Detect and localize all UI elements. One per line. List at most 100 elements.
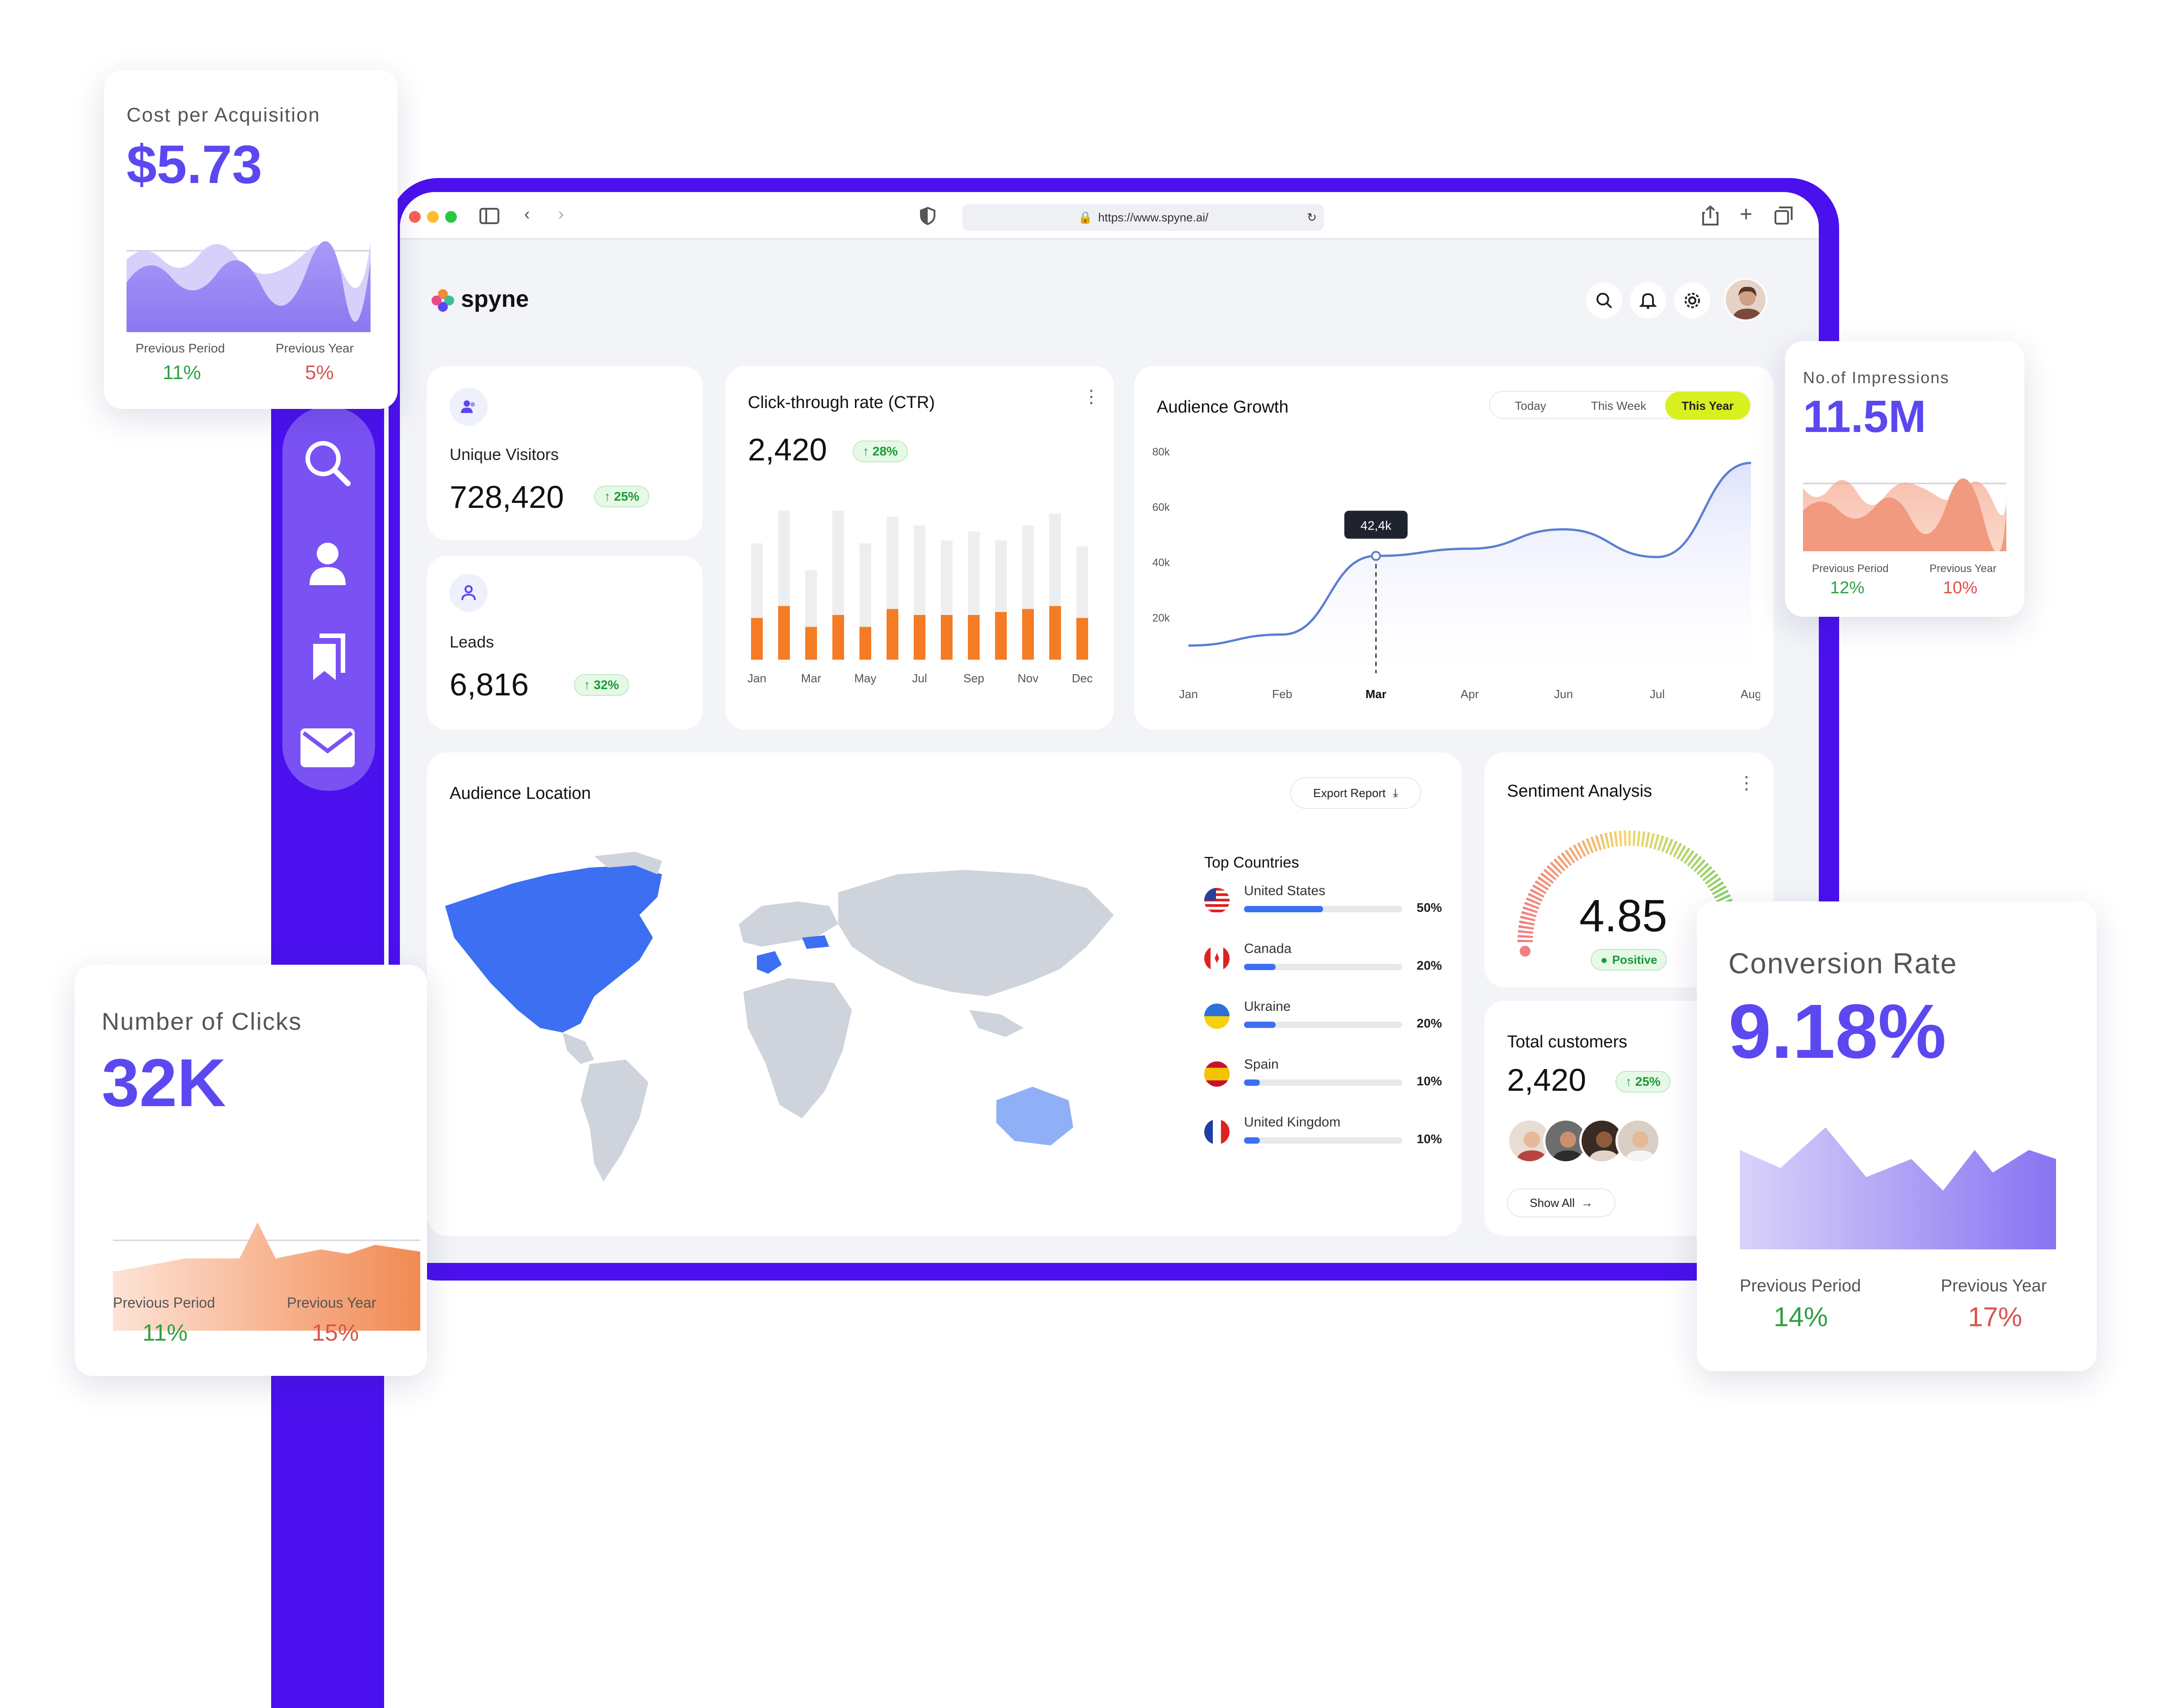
impressions-sparkline (1803, 478, 2006, 551)
shield-icon[interactable] (920, 206, 936, 229)
conversion-prev-year-label: Previous Year (1941, 1276, 2047, 1295)
ukraine-flag-icon (1204, 1004, 1230, 1029)
country-row-united-states: United States 50% (1204, 883, 1475, 933)
conversion-area-chart (1740, 1127, 2056, 1249)
tabs-overview-icon[interactable] (1774, 206, 1793, 229)
export-report-button[interactable]: Export Report ⤓ (1290, 777, 1421, 809)
ctr-x-tick-label: Mar (801, 671, 822, 685)
leads-value: 6,816 (450, 667, 529, 702)
impressions-title: No.of Impressions (1803, 368, 1950, 387)
show-all-button[interactable]: Show All → (1507, 1188, 1615, 1217)
ctr-bar (914, 615, 925, 660)
country-share-fill (1244, 1137, 1260, 1144)
clicks-prev-period-value: 11% (142, 1320, 188, 1346)
sentiment-title: Sentiment Analysis (1507, 782, 1653, 801)
audience-growth-chart: 80k 60k 40k 20k 42,4k Jan Feb Mar Apr Jun Jul Aug (1152, 446, 1760, 701)
audience-growth-title: Audience Growth (1157, 398, 1289, 417)
audience-location-card: Audience Location Export Report ⤓ Top Co… (427, 752, 1462, 1236)
tab-this-year[interactable]: This Year (1665, 392, 1750, 420)
lock-icon: 🔒 (1078, 210, 1093, 224)
forward-icon[interactable]: › (558, 206, 564, 223)
country-share-bar (1244, 964, 1402, 970)
share-icon[interactable] (1701, 205, 1719, 230)
ctr-x-tick-label: Dec (1072, 671, 1093, 685)
header-search-icon[interactable] (1586, 282, 1622, 319)
sidebar-toggle-icon[interactable] (479, 207, 500, 228)
total-customers-title: Total customers (1507, 1032, 1628, 1051)
tab-this-week[interactable]: This Week (1573, 392, 1664, 420)
country-percent: 10% (1417, 1074, 1442, 1088)
country-name: Ukraine (1244, 999, 1291, 1014)
country-share-bar (1244, 906, 1402, 912)
close-window-button[interactable] (409, 211, 421, 223)
x-tick-label: Jun (1554, 687, 1573, 701)
total-customers-value: 2,420 (1507, 1062, 1587, 1098)
maximize-window-button[interactable] (445, 211, 457, 223)
highlight-tooltip: 42,4k (1344, 511, 1408, 539)
country-row-ukraine: Ukraine 20% (1204, 999, 1475, 1049)
bookmarks-icon[interactable] (298, 628, 357, 687)
y-tick-label: 20k (1152, 612, 1170, 624)
unique-visitors-value: 728,420 (450, 479, 564, 515)
cpa-prev-period-value: 11% (163, 361, 201, 384)
world-map (445, 852, 1114, 1182)
x-tick-label: Jul (1650, 687, 1665, 701)
top-countries-title: Top Countries (1204, 854, 1299, 871)
ctr-x-tick-label: Jul (912, 671, 927, 685)
avatar[interactable] (1724, 278, 1767, 321)
ctr-x-tick-label: May (854, 671, 876, 685)
highlight-point[interactable] (1371, 551, 1381, 561)
impressions-prev-period-label: Previous Period (1812, 563, 1889, 575)
impressions-prev-period-value: 12% (1830, 578, 1865, 597)
ctr-bar (887, 609, 898, 660)
gear-icon[interactable] (1674, 282, 1710, 319)
ctr-bar (1076, 618, 1088, 660)
clicks-title: Number of Clicks (102, 1008, 302, 1035)
url-bar[interactable]: 🔒 https://www.spyne.ai/ ↻ (962, 204, 1324, 231)
sentiment-status: Positive (1612, 953, 1657, 967)
australia-region (996, 1087, 1073, 1145)
ctr-value: 2,420 (748, 432, 827, 467)
back-icon[interactable]: ‹ (524, 206, 530, 223)
ctr-card: Click-through rate (CTR) ⋮ 2,420 ↑ 28% J… (725, 366, 1114, 730)
cpa-prev-year-label: Previous Year (276, 341, 354, 355)
united-states-flag-icon (1204, 888, 1230, 913)
search-icon[interactable] (298, 434, 357, 493)
audience-location-title: Audience Location (450, 784, 591, 803)
ctr-x-tick-label: Jan (747, 671, 766, 685)
top-countries-list: United States 50% Canada 20% Ukraine 20%… (1204, 883, 1475, 1177)
mail-icon[interactable] (298, 718, 357, 777)
url-text: https://www.spyne.ai/ (1098, 210, 1209, 224)
conversion-value: 9.18% (1728, 989, 1947, 1075)
clicks-prev-year-label: Previous Year (287, 1295, 376, 1311)
reload-icon[interactable]: ↻ (1307, 211, 1317, 225)
north-america-region (445, 865, 662, 1032)
cpa-title: Cost per Acquisition (127, 104, 320, 126)
customer-avatar[interactable] (1615, 1118, 1661, 1164)
country-share-fill (1244, 1022, 1276, 1028)
clicks-prev-year-value: 15% (312, 1320, 359, 1346)
more-options-icon[interactable]: ⋮ (1737, 773, 1756, 793)
cpa-sparkline (127, 241, 371, 332)
ctr-change-badge: ↑ 28% (853, 441, 908, 462)
ukraine-region (802, 935, 829, 949)
leads-label: Leads (450, 633, 494, 651)
country-share-bar (1244, 1137, 1402, 1144)
country-name: United Kingdom (1244, 1115, 1341, 1130)
bell-icon[interactable] (1630, 282, 1666, 319)
cost-per-acquisition-card: Cost per Acquisition $5.73 Previous Peri… (104, 70, 398, 409)
united-kingdom-flag-icon (1204, 1119, 1230, 1145)
asia-region (838, 870, 1114, 996)
more-options-icon[interactable]: ⋮ (1082, 386, 1100, 407)
user-icon[interactable] (298, 533, 357, 592)
new-tab-icon[interactable]: + (1740, 204, 1752, 225)
impressions-value: 11.5M (1803, 391, 1926, 442)
tab-today[interactable]: Today (1490, 392, 1571, 420)
spain-region (757, 951, 782, 974)
brand-name[interactable]: spyne (461, 286, 529, 313)
leads-icon (450, 574, 488, 612)
cpa-value: $5.73 (127, 134, 263, 195)
ctr-bar (1049, 606, 1061, 660)
leads-change-badge: ↑ 32% (574, 674, 629, 696)
minimize-window-button[interactable] (427, 211, 439, 223)
